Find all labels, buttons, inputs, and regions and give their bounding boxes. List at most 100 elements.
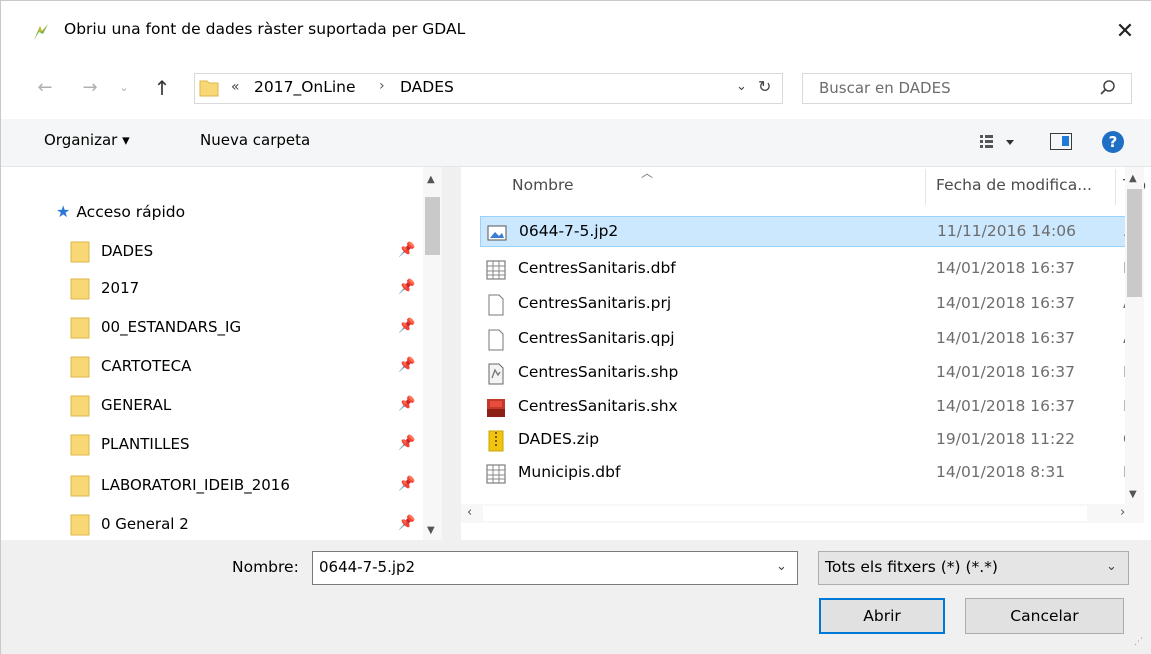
address-bar[interactable]: « 2017_OnLine › DADES ⌄ ↻ [194, 73, 783, 104]
file-type-filter[interactable]: Tots els fitxers (*) (*.*) ⌄ [818, 551, 1129, 585]
column-header-name[interactable]: Nombre [512, 176, 574, 194]
pin-icon[interactable]: 📌 [398, 242, 415, 258]
star-icon: ★ [56, 202, 71, 221]
file-name: 0644-7-5.jp2 [519, 222, 619, 240]
zip-file-icon [488, 430, 504, 452]
search-box[interactable]: Buscar en DADES [802, 73, 1132, 104]
scroll-up-icon[interactable]: ▲ [427, 174, 435, 185]
sidebar-item-label: DADES [101, 242, 154, 260]
column-divider[interactable] [1115, 169, 1116, 205]
address-row: ← → ⌄ ↑ « 2017_OnLine › DADES ⌄ ↻ Buscar… [1, 63, 1151, 119]
shx-file-icon [487, 399, 505, 417]
search-icon[interactable] [1099, 79, 1117, 97]
file-list-vscrollbar[interactable]: ▲ ▼ [1125, 167, 1144, 504]
file-list: ︿ Nombre Fecha de modifica... Tip 0644-7… [461, 167, 1151, 540]
overflow-chevron[interactable]: « [231, 79, 240, 95]
sidebar-item-label: 0 General 2 [101, 515, 189, 533]
preview-pane-icon[interactable] [1050, 133, 1072, 150]
address-dropdown-icon[interactable]: ⌄ [736, 79, 747, 94]
scroll-down-icon[interactable]: ▼ [1129, 489, 1137, 500]
pin-icon[interactable]: 📌 [398, 396, 415, 412]
sidebar-item-general[interactable]: GENERAL 📌 [70, 387, 420, 424]
up-arrow-icon[interactable]: ↑ [151, 75, 173, 101]
sidebar-item-label: LABORATORI_IDEIB_2016 [101, 476, 290, 494]
file-row[interactable]: Municipis.dbf 14/01/2018 8:31 Ho [480, 458, 1144, 489]
cancel-button[interactable]: Cancelar [965, 598, 1124, 634]
column-divider[interactable] [925, 169, 926, 205]
filename-input[interactable] [319, 558, 759, 576]
pin-icon[interactable]: 📌 [398, 318, 415, 334]
dialog-title: Obriu una font de dades ràster suportada… [64, 20, 466, 38]
scroll-up-icon[interactable]: ▲ [1129, 173, 1137, 184]
sidebar-item-label: CARTOTECA [101, 357, 192, 375]
sort-ascending-icon: ︿ [641, 167, 654, 180]
nav-scrollbar[interactable]: ▲ ▼ [423, 167, 442, 540]
close-button[interactable]: ✕ [1105, 15, 1145, 49]
folder-icon [70, 514, 90, 536]
file-row[interactable]: CentresSanitaris.qpj 14/01/2018 16:37 Ar [480, 324, 1140, 355]
command-toolbar: Organizar ▾ Nueva carpeta ? [1, 119, 1151, 167]
folder-icon [70, 317, 90, 339]
sidebar-item-cartoteca[interactable]: CARTOTECA 📌 [70, 348, 420, 385]
file-row[interactable]: CentresSanitaris.shx 14/01/2018 16:37 Fo [480, 392, 1141, 423]
file-row[interactable]: CentresSanitaris.prj 14/01/2018 16:37 Ar [480, 289, 1140, 320]
file-name: CentresSanitaris.shp [518, 363, 679, 381]
sidebar-item-laboratori[interactable]: LABORATORI_IDEIB_2016 📌 [70, 467, 420, 504]
sidebar-item-plantilles[interactable]: PLANTILLES 📌 [70, 426, 420, 463]
pin-icon[interactable]: 📌 [398, 357, 415, 373]
filename-label: Nombre: [232, 558, 299, 576]
title-bar: Obriu una font de dades ràster suportada… [1, 1, 1151, 63]
folder-icon [70, 434, 90, 456]
file-name: CentresSanitaris.prj [518, 294, 672, 312]
folder-icon [70, 241, 90, 263]
table-file-icon [486, 260, 506, 280]
breadcrumb-separator[interactable]: › [379, 78, 385, 94]
refresh-icon[interactable]: ↻ [758, 77, 771, 96]
scroll-thumb[interactable] [483, 506, 1087, 521]
search-placeholder[interactable]: Buscar en DADES [819, 79, 951, 97]
column-header-date[interactable]: Fecha de modifica... [936, 176, 1092, 194]
file-row[interactable]: 0644-7-5.jp2 11/11/2016 14:06 Ar [480, 216, 1141, 247]
file-list-hscrollbar[interactable]: ‹ › [461, 504, 1144, 523]
breadcrumb-dades[interactable]: DADES [400, 78, 454, 96]
sidebar-item-dades[interactable]: DADES 📌 [70, 233, 420, 270]
organize-menu[interactable]: Organizar ▾ [44, 131, 130, 149]
folder-icon [70, 475, 90, 497]
scroll-right-icon[interactable]: › [1120, 505, 1125, 520]
scroll-down-icon[interactable]: ▼ [427, 525, 435, 536]
pin-icon[interactable]: 📌 [398, 279, 415, 295]
blank-file-icon [488, 329, 504, 351]
sidebar-item-0-general-2[interactable]: 0 General 2 📌 [70, 506, 420, 540]
scroll-thumb[interactable] [1127, 189, 1142, 297]
pin-icon[interactable]: 📌 [398, 515, 415, 531]
back-arrow-icon[interactable]: ← [34, 75, 56, 101]
file-date: 19/01/2018 11:22 [936, 430, 1075, 448]
file-row[interactable]: CentresSanitaris.shp 14/01/2018 16:37 Re [480, 358, 1143, 389]
file-date: 14/01/2018 16:37 [936, 259, 1075, 277]
resize-grip-icon[interactable]: ⋰ [1134, 637, 1143, 647]
scroll-thumb[interactable] [425, 197, 440, 255]
chevron-down-icon[interactable]: ⌄ [776, 559, 787, 574]
sidebar-item-00-estandars-ig[interactable]: 00_ESTANDARS_IG 📌 [70, 309, 420, 346]
breadcrumb-2017-online[interactable]: 2017_OnLine [254, 78, 356, 96]
file-row[interactable]: CentresSanitaris.dbf 14/01/2018 16:37 Ho [480, 254, 1144, 285]
recent-locations-chevron-icon[interactable]: ⌄ [113, 75, 135, 101]
new-folder-button[interactable]: Nueva carpeta [200, 131, 310, 149]
file-row[interactable]: DADES.zip 19/01/2018 11:22 Ca [480, 425, 1143, 456]
sidebar-item-label: 2017 [101, 279, 140, 297]
pin-icon[interactable]: 📌 [398, 476, 415, 492]
sidebar-item-2017[interactable]: 2017 📌 [70, 270, 420, 307]
footer-area: Nombre: ⌄ Tots els fitxers (*) (*.*) ⌄ A… [1, 540, 1151, 654]
file-name: CentresSanitaris.dbf [518, 259, 676, 277]
file-date: 14/01/2018 8:31 [936, 463, 1066, 481]
pin-icon[interactable]: 📌 [398, 435, 415, 451]
view-options-icon[interactable] [978, 132, 1018, 152]
help-icon[interactable]: ? [1102, 131, 1124, 153]
file-name: Municipis.dbf [518, 463, 621, 481]
chevron-down-icon[interactable]: ⌄ [1106, 559, 1117, 574]
open-button[interactable]: Abrir [819, 598, 945, 634]
quick-access[interactable]: ★ Acceso rápido [56, 202, 185, 221]
filename-field[interactable]: ⌄ [312, 551, 798, 585]
forward-arrow-icon[interactable]: → [79, 75, 101, 101]
scroll-left-icon[interactable]: ‹ [467, 505, 472, 520]
